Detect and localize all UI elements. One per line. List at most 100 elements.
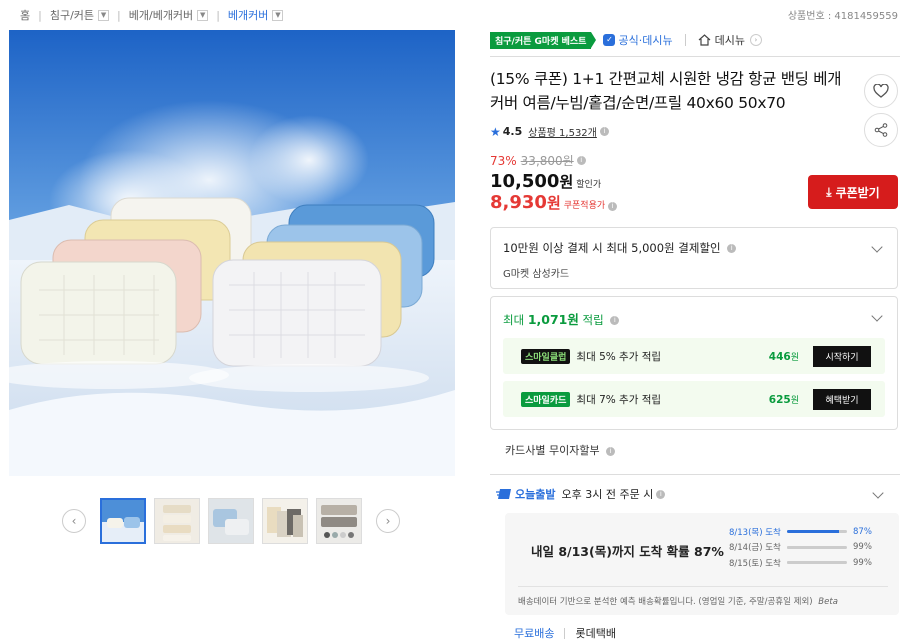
thumbnail-4[interactable] bbox=[262, 498, 308, 544]
probability-date: 8/15(토) 도착 bbox=[729, 558, 781, 569]
thumbnail-2[interactable] bbox=[154, 498, 200, 544]
get-coupon-button[interactable]: ⤓ 쿠폰받기 bbox=[808, 175, 898, 209]
beta-tag: Beta bbox=[818, 597, 838, 607]
breadcrumb-separator: | bbox=[38, 8, 42, 22]
points-amount-value: 446 bbox=[768, 350, 791, 363]
thumbnail-1[interactable] bbox=[100, 498, 146, 544]
start-button[interactable]: 시작하기 bbox=[813, 345, 871, 367]
star-icon: ★ bbox=[490, 124, 501, 139]
info-icon[interactable]: i bbox=[656, 489, 666, 499]
installment-label: 카드사별 무이자할부 bbox=[505, 444, 600, 457]
chevron-down-icon[interactable]: ▼ bbox=[98, 9, 110, 21]
probability-bar bbox=[787, 530, 847, 534]
card-discount-box[interactable]: 10만원 이상 결제 시 최대 5,000원 결제할인 i G마켓 삼성카드 bbox=[490, 227, 898, 289]
installment-row[interactable]: 카드사별 무이자할부 i bbox=[490, 442, 900, 458]
divider bbox=[684, 34, 686, 46]
free-shipping-label: 무료배송 bbox=[514, 627, 555, 640]
thumbnail-image bbox=[209, 499, 253, 543]
thumbnail-5[interactable] bbox=[316, 498, 362, 544]
product-title: (15% 쿠폰) 1+1 간편교체 시원한 냉감 항균 밴딩 베개커버 여름/누… bbox=[490, 70, 842, 112]
breadcrumb-level2[interactable]: 베개/베개커버 bbox=[129, 7, 193, 23]
probability-bar-fill bbox=[787, 530, 840, 534]
review-count-link[interactable]: 상품평 1,532개 bbox=[528, 124, 597, 139]
sale-price-unit: 원 bbox=[559, 173, 574, 191]
price-block: 73% 33,800원 i 10,500 원 할인가 8,930 원 쿠폰적용가… bbox=[490, 152, 900, 214]
shield-check-icon: ✓ bbox=[603, 34, 616, 46]
thumbnail-image bbox=[317, 499, 361, 543]
chevron-down-icon[interactable] bbox=[872, 487, 884, 499]
probability-bar bbox=[787, 561, 847, 565]
prev-arrow-icon[interactable]: ‹ bbox=[62, 509, 86, 533]
product-main-image[interactable] bbox=[9, 30, 455, 476]
get-coupon-label: 쿠폰받기 bbox=[835, 185, 880, 200]
probability-percent: 99% bbox=[853, 557, 872, 568]
thumbnail-3[interactable] bbox=[208, 498, 254, 544]
product-number: 상품번호 : 4181459559 bbox=[787, 11, 898, 22]
points-row-amount: 446원 bbox=[769, 350, 799, 363]
probability-bar bbox=[787, 545, 847, 549]
info-icon[interactable]: i bbox=[608, 202, 618, 211]
probability-bar-fill bbox=[787, 561, 847, 565]
chevron-down-icon[interactable]: ▼ bbox=[197, 9, 209, 21]
points-head-prefix: 최대 bbox=[503, 313, 528, 327]
probability-percent: 87% bbox=[853, 526, 872, 537]
thumbnail-strip: ‹ › bbox=[62, 498, 400, 544]
shipping-header[interactable]: 오늘출발 오후 3시 전 주문 시 i bbox=[490, 474, 900, 502]
rating-row: ★ 4.5 상품평 1,532개 i bbox=[490, 124, 900, 139]
official-store-link[interactable]: ✓ 공식·데시뉴 bbox=[603, 32, 673, 48]
thumbnail-image bbox=[155, 499, 199, 543]
breadcrumb-current[interactable]: 베개커버 bbox=[228, 7, 268, 23]
points-row-text: 최대 7% 추가 적립 bbox=[576, 393, 662, 406]
probability-bar-fill bbox=[787, 545, 847, 549]
probability-date: 8/14(금) 도착 bbox=[729, 543, 781, 554]
home-icon bbox=[698, 34, 710, 46]
sale-price: 10,500 bbox=[490, 171, 560, 192]
points-amount-value: 625 bbox=[768, 393, 791, 406]
probability-percent: 99% bbox=[853, 542, 872, 553]
wishlist-heart-icon[interactable] bbox=[864, 74, 898, 108]
divider bbox=[564, 627, 566, 639]
breadcrumb-home[interactable]: 홈 bbox=[20, 7, 30, 23]
points-row-amount: 625원 bbox=[769, 393, 799, 406]
breadcrumb-level1[interactable]: 침구/커튼 bbox=[50, 7, 94, 23]
breadcrumb: 홈 | 침구/커튼 ▼ | 베개/베개커버 ▼ | 베개커버 ▼ bbox=[20, 7, 284, 23]
chevron-right-icon: › bbox=[749, 34, 762, 46]
smileclub-logo: 스마일클럽 bbox=[521, 348, 571, 364]
info-icon[interactable]: i bbox=[727, 244, 737, 253]
probability-date: 8/13(목) 도착 bbox=[729, 527, 781, 538]
thumbnail-image bbox=[263, 499, 307, 543]
best-badge[interactable]: 침구/커튼 G마켓 베스트 bbox=[490, 31, 597, 49]
points-box: 최대 1,071원 적립 i 스마일클럽 최대 5% 추가 적립 446원 시작… bbox=[490, 296, 898, 430]
today-ship-label: 오늘출발 bbox=[515, 488, 556, 501]
discount-row: 73% 33,800원 i bbox=[490, 152, 900, 169]
points-head-amount: 1,071원 bbox=[527, 312, 579, 327]
info-icon[interactable]: i bbox=[606, 446, 616, 456]
product-info-panel: 침구/커튼 G마켓 베스트 ✓ 공식·데시뉴 데시뉴 › (15% 쿠폰) 1+… bbox=[490, 30, 900, 641]
points-amount-unit: 원 bbox=[790, 352, 799, 363]
arrival-probability: 내일 8/13(목)까지 도착 확률 87% bbox=[531, 544, 724, 559]
card-discount-headline: 10만원 이상 결제 시 최대 5,000원 결제할인 bbox=[503, 241, 721, 255]
delivery-probability-box: 내일 8/13(목)까지 도착 확률 87% 8/13(목) 도착 87% 8/… bbox=[505, 513, 899, 615]
badge-bar: 침구/커튼 G마켓 베스트 ✓ 공식·데시뉴 데시뉴 › bbox=[490, 30, 900, 57]
info-icon[interactable]: i bbox=[599, 127, 609, 136]
sale-price-label: 할인가 bbox=[576, 180, 602, 190]
smilecard-logo: 스마일카드 bbox=[521, 391, 571, 407]
shop-link[interactable]: 데시뉴 › bbox=[698, 32, 762, 48]
info-icon[interactable]: i bbox=[576, 156, 586, 165]
next-arrow-icon[interactable]: › bbox=[376, 509, 400, 533]
discount-rate: 73% bbox=[490, 153, 517, 168]
chevron-down-icon[interactable]: ▼ bbox=[272, 9, 284, 21]
official-store-label: 공식·데시뉴 bbox=[618, 34, 673, 47]
fast-delivery-icon bbox=[496, 489, 511, 499]
points-row-text: 최대 5% 추가 적립 bbox=[576, 350, 662, 363]
get-benefit-button[interactable]: 혜택받기 bbox=[813, 388, 871, 410]
delivery-note-text: 배송데이터 기반으로 분석한 예측 배송확률입니다. (영업일 기준, 주말/공… bbox=[518, 597, 813, 607]
breadcrumb-separator: | bbox=[117, 8, 121, 22]
probability-list: 8/13(목) 도착 87% 8/14(금) 도착 99% 8/15(토) 도착… bbox=[729, 524, 872, 571]
share-icon[interactable] bbox=[864, 113, 898, 147]
probability-row: 8/13(목) 도착 87% bbox=[729, 524, 872, 540]
today-ship-text: 오후 3시 전 주문 시 bbox=[561, 488, 654, 501]
coupon-price-label: 쿠폰적용가 bbox=[563, 201, 606, 211]
original-price: 33,800원 bbox=[520, 154, 574, 168]
info-icon[interactable]: i bbox=[610, 316, 620, 325]
